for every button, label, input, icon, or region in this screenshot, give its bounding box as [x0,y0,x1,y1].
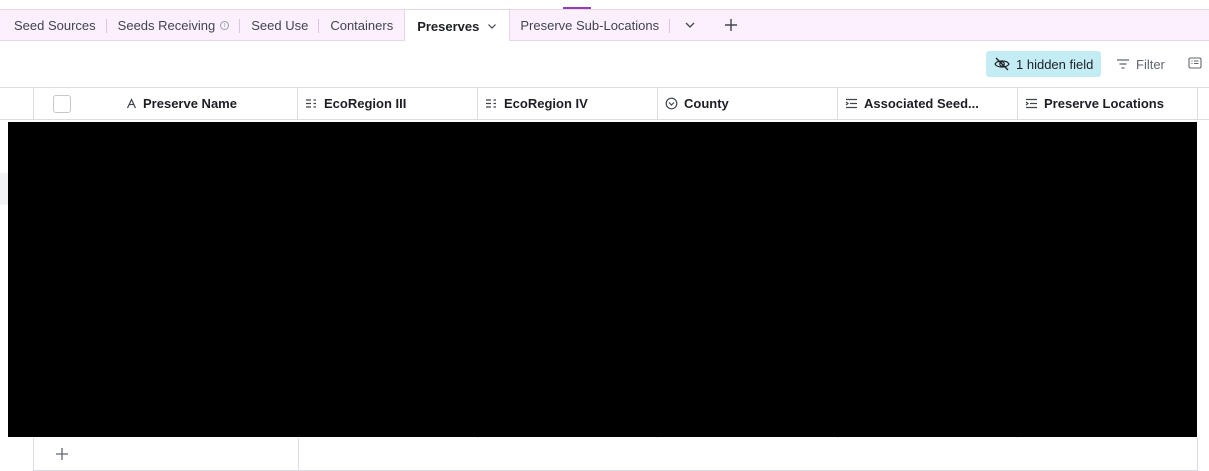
chevron-down-icon [685,22,695,28]
text-field-icon [126,98,137,109]
top-strip [0,0,1209,9]
column-header-label: County [684,96,729,111]
column-header-label: Preserve Name [143,96,237,111]
grid-header: Preserve Name EcoRegion III EcoRegion IV… [0,87,1209,120]
column-header-ecoregion-iv[interactable]: EcoRegion IV [478,88,658,119]
tab-label: Preserve Sub-Locations [520,17,660,33]
column-header-preserve-name[interactable]: Preserve Name [126,96,237,111]
row-gutter [0,120,8,438]
eye-slash-icon [994,57,1010,71]
row-select-header: Preserve Name [33,88,298,119]
column-header-ecoregion-iii[interactable]: EcoRegion III [298,88,478,119]
table-tabbar: Seed Sources Seeds Receiving i Seed Use … [0,9,1209,42]
view-options-button[interactable] [1188,56,1202,75]
select-all-checkbox[interactable] [53,94,71,113]
multiselect-field-icon [306,99,316,108]
column-header-associated-seed[interactable]: Associated Seed... [838,88,1018,119]
filter-label: Filter [1136,56,1165,72]
single-select-field-icon [665,97,678,110]
column-header-label: Associated Seed... [864,96,979,111]
info-icon[interactable]: i [220,20,230,30]
redacted-records-area [8,122,1197,437]
multiselect-field-icon [486,99,496,108]
tab-preserve-sub-locations[interactable]: Preserve Sub-Locations [510,10,671,40]
row-hover-indicator [0,173,8,205]
tab-label: Seed Use [251,17,309,33]
hidden-fields-label: 1 hidden field [1016,56,1094,72]
tab-label: Containers [330,17,394,33]
linked-record-field-icon [845,98,857,109]
tab-seeds-receiving[interactable]: Seeds Receiving i [107,10,241,40]
column-header-county[interactable]: County [658,88,838,119]
tab-label: Seeds Receiving [117,17,216,33]
linked-record-field-icon [1025,98,1037,109]
add-record-row [33,438,1198,471]
view-toolbar: 1 hidden field Filter [0,41,1209,87]
tab-label: Seed Sources [14,17,96,33]
tab-seed-use[interactable]: Seed Use [240,10,320,40]
column-header-label: Preserve Locations [1044,96,1164,111]
filter-button[interactable]: Filter [1116,51,1165,77]
column-header-label: EcoRegion III [324,96,407,111]
chevron-down-icon[interactable] [487,21,497,31]
hidden-fields-button[interactable]: 1 hidden field [986,51,1101,77]
tab-containers[interactable]: Containers [319,10,404,40]
list-icon [1188,57,1202,69]
add-record-icon[interactable] [54,446,70,462]
tab-separator [669,19,671,33]
more-tables-button[interactable] [670,10,710,40]
add-table-button[interactable] [710,10,752,40]
column-header-label: EcoRegion IV [504,96,588,111]
column-divider [298,438,299,470]
plus-icon [725,19,738,31]
column-header-preserve-locations[interactable]: Preserve Locations [1018,88,1198,119]
filter-icon [1117,59,1129,69]
tab-preserves[interactable]: Preserves [404,10,511,42]
tab-label: Preserves [417,18,480,34]
tab-seed-sources[interactable]: Seed Sources [0,10,107,40]
